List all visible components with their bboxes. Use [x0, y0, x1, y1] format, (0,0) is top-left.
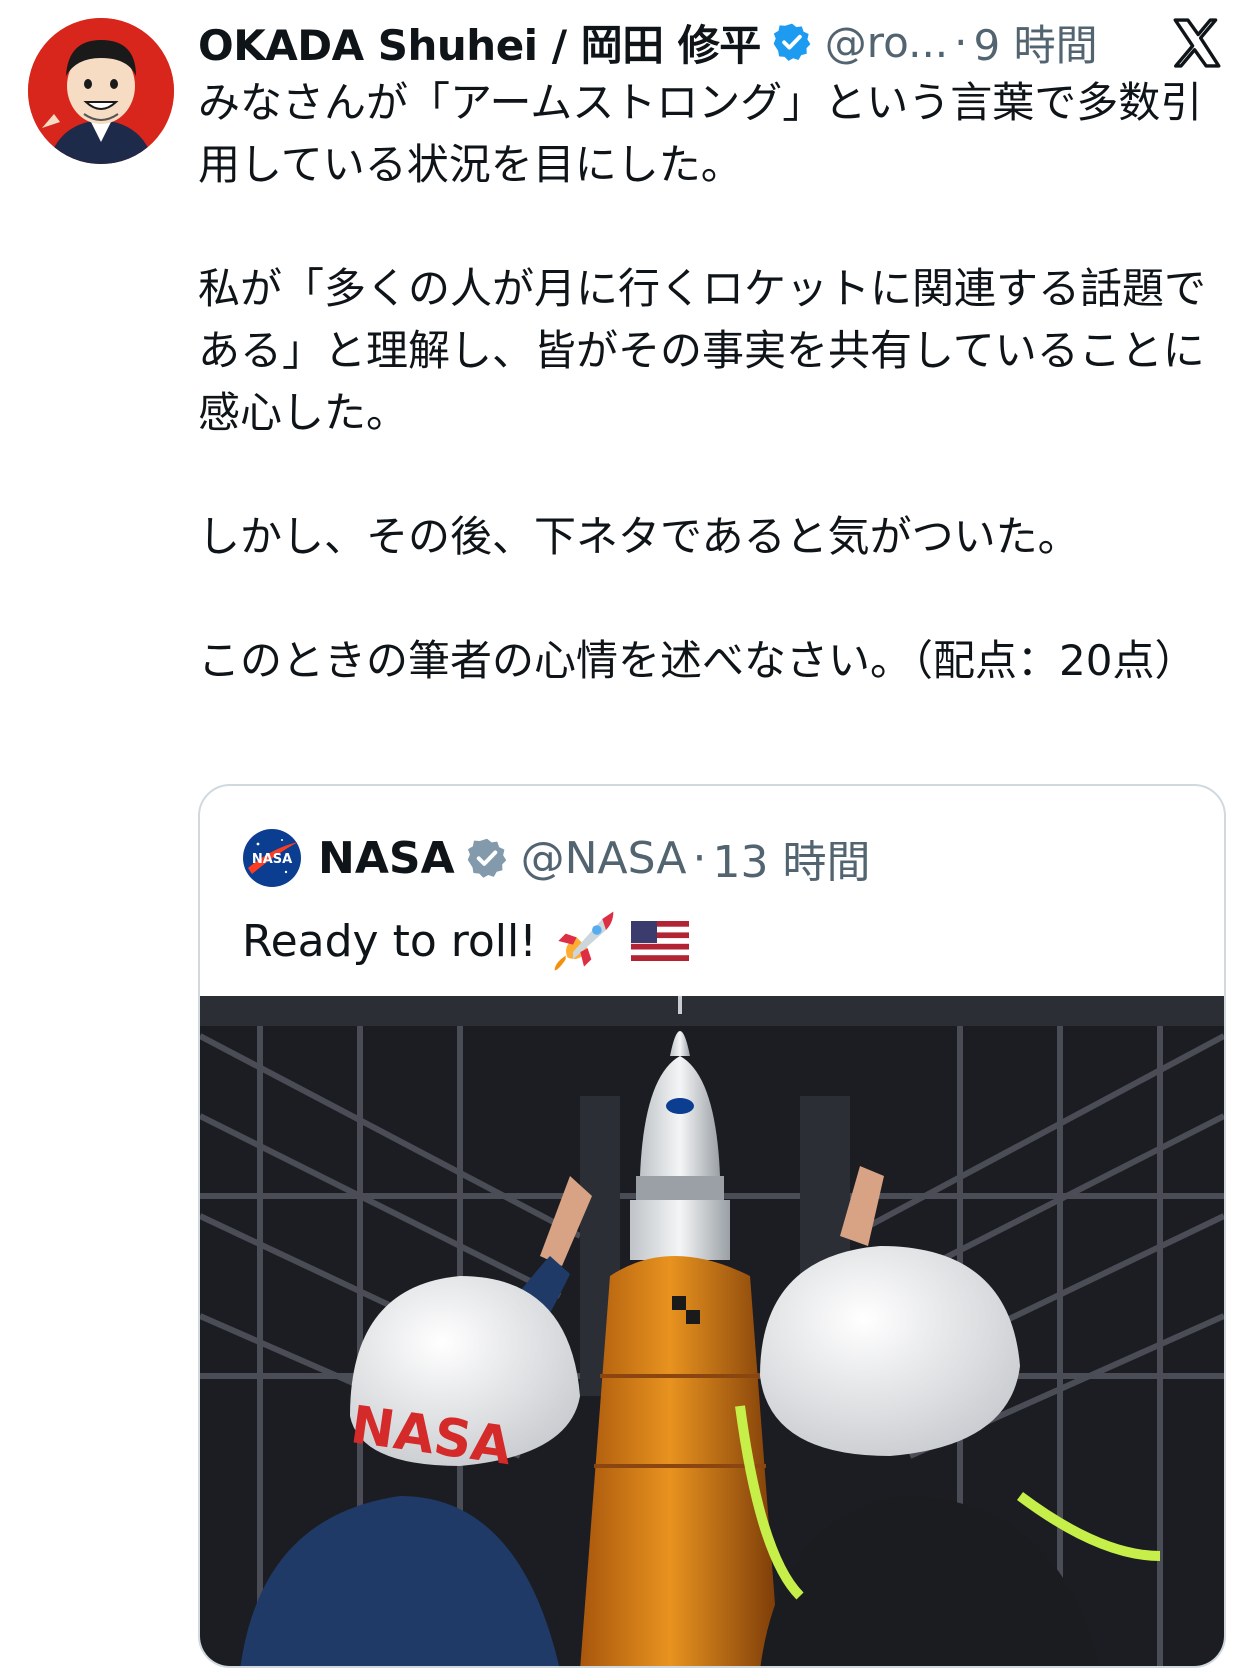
nasa-logo-text: NASA — [252, 852, 292, 867]
quoted-header-separator: · — [692, 832, 707, 884]
header-separator: · — [954, 17, 968, 67]
tweet-body: みなさんが「アームストロング」という言葉で多数引用している状況を目にした。 私が… — [198, 72, 1208, 692]
quoted-text: Ready to roll! — [242, 915, 537, 967]
avatar-illustration — [28, 18, 174, 164]
quoted-tweet-text: Ready to roll! — [242, 908, 689, 974]
quoted-timestamp[interactable]: 13 時間 — [712, 826, 870, 890]
x-logo-icon[interactable] — [1168, 14, 1226, 72]
tweet-paragraph: みなさんが「アームストロング」という言葉で多数引用している状況を目にした。 — [198, 78, 1203, 189]
quoted-tweet-header: NASA NASA @NASA · 13 時間 — [242, 826, 870, 890]
quoted-author-name[interactable]: NASA — [318, 833, 455, 884]
us-flag-emoji-icon — [630, 921, 689, 961]
tweet-paragraph: このときの筆者の心情を述べなさい。（配点：20点） — [198, 636, 1197, 685]
rocket-emoji-icon — [554, 911, 614, 971]
tweet-paragraph: しかし、その後、下ネタであると気がついた。 — [198, 512, 1080, 561]
verified-badge-icon — [773, 23, 811, 61]
author-handle[interactable]: @ro... — [825, 18, 948, 67]
verified-badge-icon — [467, 838, 506, 878]
nasa-logo-icon: NASA — [243, 829, 301, 887]
rocket-photo[interactable]: NASA — [200, 996, 1224, 1668]
author-avatar[interactable] — [28, 18, 174, 164]
tweet-timestamp[interactable]: 9 時間 — [974, 12, 1098, 73]
author-name[interactable]: OKADA Shuhei / 岡田 修平 — [198, 12, 761, 73]
tweet-paragraph: 私が「多くの人が月に行くロケットに関連する話題である」と理解し、皆がその事実を共… — [198, 264, 1207, 437]
quoted-author-handle[interactable]: @NASA — [521, 833, 687, 884]
quoted-tweet-card[interactable]: NASA NASA @NASA · 13 時間 Ready to roll! N… — [198, 784, 1226, 1668]
tweet-header: OKADA Shuhei / 岡田 修平 @ro... · 9 時間 — [198, 8, 1138, 76]
